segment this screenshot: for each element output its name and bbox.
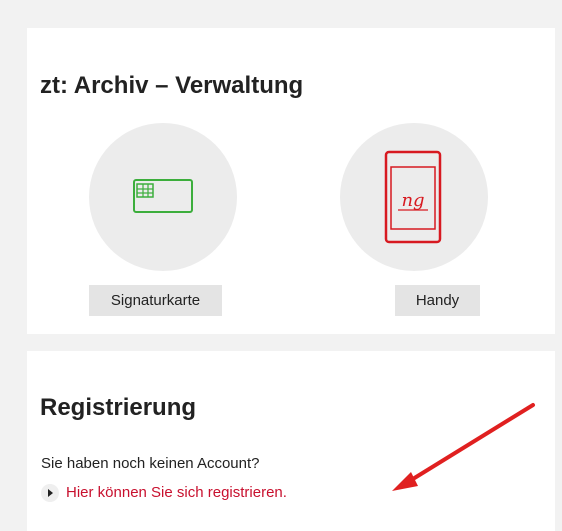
- login-card: zt: Archiv – Verwaltung Signaturkarte ng…: [27, 28, 555, 334]
- registration-question: Sie haben noch keinen Account?: [41, 455, 260, 472]
- handy-circle[interactable]: ng: [340, 123, 488, 271]
- signaturkarte-button[interactable]: Signaturkarte: [89, 285, 222, 316]
- page: zt: Archiv – Verwaltung Signaturkarte ng…: [0, 0, 562, 531]
- svg-text:ng: ng: [401, 190, 424, 211]
- register-link[interactable]: Hier können Sie sich registrieren.: [66, 482, 287, 504]
- page-title: zt: Archiv – Verwaltung: [40, 72, 304, 99]
- login-method-handy[interactable]: ng Handy: [340, 123, 488, 318]
- login-method-signaturkarte[interactable]: Signaturkarte: [89, 123, 237, 318]
- signaturkarte-circle[interactable]: [89, 123, 237, 271]
- signature-card-icon: [133, 179, 193, 213]
- registration-card: Registrierung Sie haben noch keinen Acco…: [27, 351, 555, 531]
- play-bullet-icon: [41, 484, 59, 502]
- mobile-phone-icon: ng: [384, 150, 442, 244]
- handy-button[interactable]: Handy: [395, 285, 480, 316]
- registration-title: Registrierung: [40, 394, 197, 421]
